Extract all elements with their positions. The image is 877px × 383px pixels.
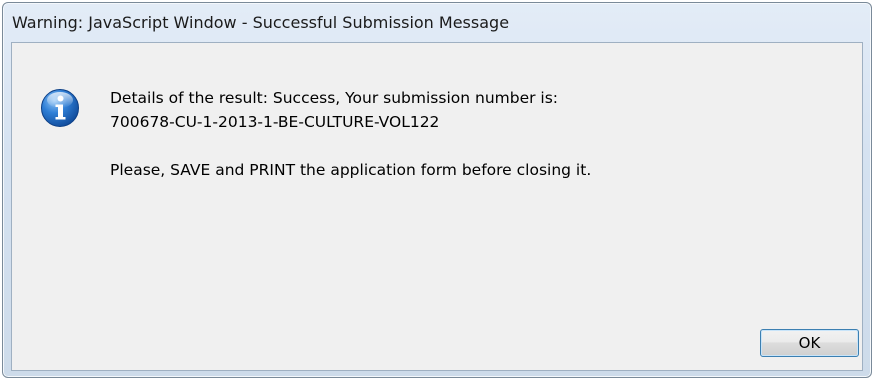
message-line-instruction: Please, SAVE and PRINT the application f…	[110, 161, 592, 179]
dialog-body: Details of the result: Success, Your sub…	[11, 42, 863, 371]
info-icon	[41, 89, 79, 127]
message-spacer	[110, 134, 850, 158]
message-line-result: Details of the result: Success, Your sub…	[110, 89, 559, 107]
message-text: Details of the result: Success, Your sub…	[110, 86, 850, 182]
submission-number: 700678-CU-1-2013-1-BE-CULTURE-VOL122	[110, 113, 440, 131]
dialog-window: Warning: JavaScript Window - Successful …	[2, 2, 872, 378]
window-title: Warning: JavaScript Window - Successful …	[12, 12, 510, 32]
title-bar[interactable]: Warning: JavaScript Window - Successful …	[3, 3, 871, 41]
ok-button[interactable]: OK	[760, 329, 859, 357]
